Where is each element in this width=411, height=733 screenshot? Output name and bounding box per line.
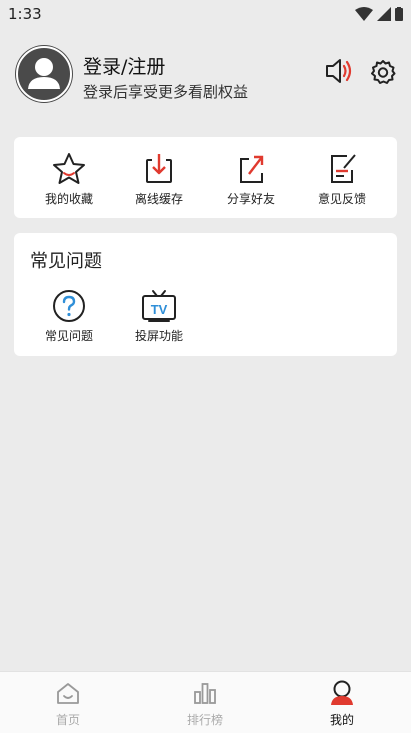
faq-card: 常见问题 常见问题 TV 投屏功能 xyxy=(14,233,397,356)
ranking-icon xyxy=(194,683,216,704)
profile-header: 登录/注册 登录后享受更多看剧权益 xyxy=(0,40,411,110)
status-bar: 1:33 xyxy=(0,0,411,30)
star-icon xyxy=(53,153,85,184)
login-register-link[interactable]: 登录/注册 xyxy=(83,52,165,79)
profile-subtitle: 登录后享受更多看剧权益 xyxy=(83,83,249,101)
avatar[interactable] xyxy=(15,45,73,103)
speaker-icon xyxy=(326,59,352,83)
share-friends-button[interactable]: 分享好友 xyxy=(206,152,296,207)
home-icon xyxy=(57,683,79,704)
sound-button[interactable] xyxy=(324,57,354,85)
tv-icon-text: TV xyxy=(151,302,168,317)
offline-cache-label: 离线缓存 xyxy=(134,192,183,206)
download-icon xyxy=(146,154,172,183)
wifi-icon xyxy=(355,7,373,21)
gear-icon xyxy=(371,60,396,84)
nav-mine[interactable]: 我的 xyxy=(302,680,382,728)
quick-actions-card: 我的收藏 离线缓存 分享好友 意见反馈 xyxy=(14,137,397,218)
nav-ranking[interactable]: 排行榜 xyxy=(165,680,245,728)
question-icon xyxy=(53,290,85,322)
nav-home-label: 首页 xyxy=(55,713,80,727)
status-icons xyxy=(355,7,403,21)
feedback-button[interactable]: 意见反馈 xyxy=(297,152,387,207)
signal-icon xyxy=(377,7,391,21)
tv-cast-icon: TV xyxy=(142,290,176,322)
nav-ranking-label: 排行榜 xyxy=(186,713,223,727)
share-friends-label: 分享好友 xyxy=(226,192,275,206)
profile-icon xyxy=(331,680,353,705)
user-silhouette-icon xyxy=(16,46,72,102)
faq-item-label: 常见问题 xyxy=(44,329,93,343)
share-icon xyxy=(240,155,264,183)
screen-cast-button[interactable]: TV 投屏功能 xyxy=(114,289,204,344)
nav-mine-label: 我的 xyxy=(329,713,354,727)
status-time: 1:33 xyxy=(8,5,42,23)
settings-button[interactable] xyxy=(370,59,396,85)
offline-cache-button[interactable]: 离线缓存 xyxy=(114,152,204,207)
nav-home[interactable]: 首页 xyxy=(28,680,108,728)
feedback-icon xyxy=(331,154,356,183)
battery-icon xyxy=(395,7,403,21)
feedback-label: 意见反馈 xyxy=(317,192,366,206)
favorites-label: 我的收藏 xyxy=(44,192,93,206)
faq-section-title: 常见问题 xyxy=(30,251,102,272)
faq-button[interactable]: 常见问题 xyxy=(24,289,114,344)
bottom-nav: 首页 排行榜 我的 xyxy=(0,671,411,733)
screen-cast-label: 投屏功能 xyxy=(134,329,183,343)
favorites-button[interactable]: 我的收藏 xyxy=(24,152,114,207)
